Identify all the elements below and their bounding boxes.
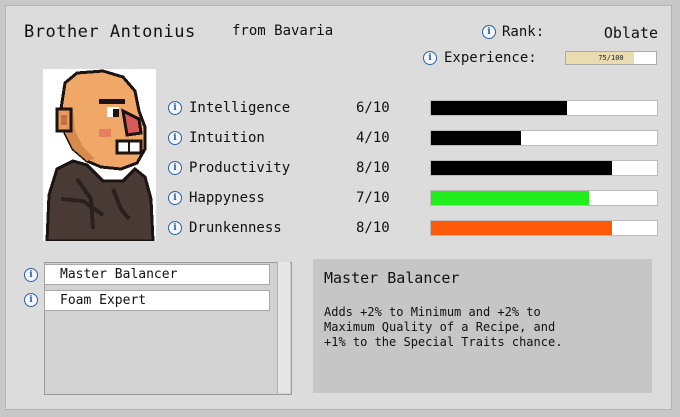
intelligence-info-icon[interactable]: i <box>168 101 182 115</box>
happyness-info-icon[interactable]: i <box>168 191 182 205</box>
stat-label-drunkenness: Drunkenness <box>189 220 282 236</box>
monk-portrait <box>43 69 156 243</box>
monk-name: Brother Antonius <box>24 22 196 42</box>
traits-scrollbar[interactable] <box>277 262 290 393</box>
stat-bar-fill-productivity <box>431 161 612 175</box>
stat-bar-intuition <box>430 130 658 146</box>
stat-value-intelligence: 6/10 <box>356 100 390 116</box>
trait-item-foam-expert[interactable]: Foam Expert <box>44 290 270 311</box>
stat-bar-fill-drunkenness <box>431 221 612 235</box>
stat-bar-productivity <box>430 160 658 176</box>
experience-bar: 75/100 <box>565 51 657 65</box>
trait-description-body: Adds +2% to Minimum and +2% to Maximum Q… <box>324 305 563 349</box>
experience-info-icon[interactable]: i <box>423 51 437 65</box>
drunkenness-info-icon[interactable]: i <box>168 221 182 235</box>
trait-description-panel: Master Balancer Adds +2% to Minimum and … <box>313 259 652 393</box>
stat-bar-happyness <box>430 190 658 206</box>
stat-bar-drunkenness <box>430 220 658 236</box>
stat-value-productivity: 8/10 <box>356 160 390 176</box>
stat-label-intuition: Intuition <box>189 130 265 146</box>
experience-value: 75/100 <box>598 54 624 62</box>
intuition-info-icon[interactable]: i <box>168 131 182 145</box>
trait-description-title: Master Balancer <box>324 269 460 287</box>
stat-bar-fill-intelligence <box>431 101 567 115</box>
stat-label-happyness: Happyness <box>189 190 265 206</box>
trait-info-icon-1[interactable]: i <box>24 268 38 282</box>
rank-info-icon[interactable]: i <box>482 25 496 39</box>
trait-item-master-balancer[interactable]: Master Balancer <box>44 264 270 285</box>
stat-bar-fill-happyness <box>431 191 590 205</box>
stat-bar-intelligence <box>430 100 658 116</box>
experience-label: Experience: <box>444 50 537 66</box>
productivity-info-icon[interactable]: i <box>168 161 182 175</box>
stat-bar-fill-intuition <box>431 131 522 145</box>
monk-portrait-art <box>45 69 155 243</box>
rank-label: Rank: <box>502 24 545 40</box>
stat-value-drunkenness: 8/10 <box>356 220 390 236</box>
trait-info-icon-2[interactable]: i <box>24 293 38 307</box>
stat-value-happyness: 7/10 <box>356 190 390 206</box>
stat-label-productivity: Productivity <box>189 160 291 176</box>
rank-value: Oblate <box>603 24 658 42</box>
monk-origin: from Bavaria <box>232 23 334 39</box>
stat-label-intelligence: Intelligence <box>189 100 291 116</box>
stat-value-intuition: 4/10 <box>356 130 390 146</box>
